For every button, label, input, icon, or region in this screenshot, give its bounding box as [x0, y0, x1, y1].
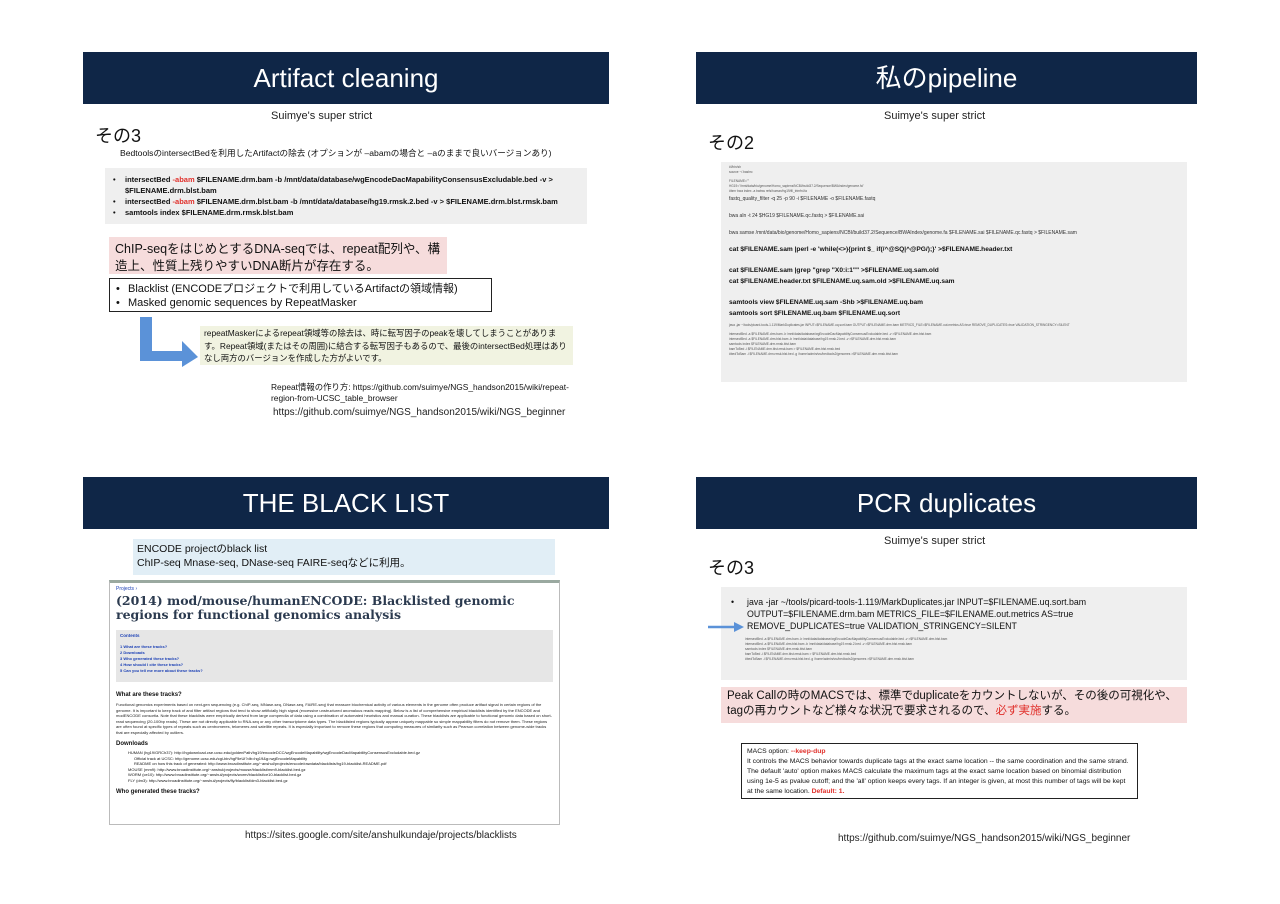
slide-title: Artifact cleaning [83, 52, 609, 104]
section-label: その3 [95, 126, 142, 146]
script-line: cat $FILENAME.header.txt $FILENAME.uq.sa… [729, 278, 955, 285]
script-line: #bedToBam -i $FILENAME.drm.rmsk.blst.bed… [745, 657, 914, 661]
info-line: ChIP-seq Mnase-seq, DNase-seq FAIRE-seqな… [137, 557, 411, 569]
source-url[interactable]: https://sites.google.com/site/anshulkund… [245, 830, 517, 841]
download-item[interactable]: FLY (dm3): http://www.broadinstitute.org… [128, 778, 553, 784]
info-box: ENCODE projectのblack list ChIP-seq Mnase… [133, 539, 555, 575]
script-line: fastq_quality_filter -q 25 -p 90 -i $FIL… [729, 196, 876, 202]
slide-black-list: THE BLACK LIST ENCODE projectのblack list… [83, 477, 613, 847]
slide-artifact-cleaning: Artifact cleaning Suimye's super strict … [83, 52, 613, 432]
breadcrumb[interactable]: Projects › [116, 586, 553, 592]
slide-pipeline: 私のpipeline Suimye's super strict その2 #!/… [696, 52, 1201, 387]
contents-label: Contents [120, 633, 140, 638]
script-line: source ~/.bashrc [729, 170, 753, 174]
note-text: する。 [1041, 705, 1077, 717]
command-box: intersectBed -abam $FILENAME.drm.bam -b … [105, 168, 587, 224]
option-description: It controls the MACS behavior towards du… [747, 758, 1129, 795]
source-url[interactable]: https://github.com/suimye/NGS_handson201… [273, 407, 565, 418]
slide-title: 私のpipeline [696, 52, 1197, 104]
page-paragraph: Functional genomics experiments based on… [116, 702, 552, 735]
script-line: #bmr bwa index -a bwtsw refs/human/hg19/… [729, 189, 807, 193]
note-text: Peak Callの時のMACSでは、標準でduplicateをカウントしないが… [727, 690, 1177, 717]
highlight-note: Peak Callの時のMACSでは、標準でduplicateをカウントしないが… [721, 687, 1187, 723]
script-line: bwa samse /mnt/data/bio/genome/Homo_sapi… [729, 230, 1077, 236]
list-item: Blacklist (ENCODEプロジェクトで利用しているArtifactの領… [114, 282, 487, 296]
option-name: --keep-dup [790, 748, 826, 755]
script-line: java -jar ~/tools/picard-tools-1.119/Mar… [729, 323, 1070, 327]
script-line: cat $FILENAME.sam |grep "grep "X0:i:1"" … [729, 267, 939, 274]
command-line: intersectBed -abam $FILENAME.drm.blst.ba… [111, 196, 581, 207]
data-source-box: Blacklist (ENCODEプロジェクトで利用しているArtifactの領… [109, 278, 492, 312]
command-box: java -jar ~/tools/picard-tools-1.119/Mar… [721, 587, 1187, 680]
slide-title: PCR duplicates [696, 477, 1197, 529]
script-line: cat $FILENAME.sam |perl -e 'while(<>){pr… [729, 246, 1013, 253]
page-heading: (2014) mod/mouse/humanENCODE: Blackliste… [116, 593, 515, 622]
section-label: その2 [708, 133, 755, 153]
section-heading: Who generated these tracks? [116, 789, 200, 795]
web-page-screenshot: Projects › (2014) mod/mouse/humanENCODE:… [109, 580, 560, 825]
script-line: #bedToBam -i $FILENAME.drm.rmsk.blst.bed… [729, 352, 898, 356]
script-line: samtools view $FILENAME.uq.sam -Shb >$FI… [729, 299, 923, 306]
note-box: repeatMaskerによるrepeat領域等の除去は、時に転写因子のpeak… [200, 326, 573, 365]
slide-subtitle: Suimye's super strict [884, 110, 986, 122]
arrow-right-icon [708, 622, 744, 632]
slide-subtitle: Suimye's super strict [271, 110, 373, 122]
option-default: Default: 1. [811, 788, 845, 795]
list-item: Masked genomic sequences by RepeatMasker [114, 296, 487, 310]
info-line: ENCODE projectのblack list [137, 543, 268, 555]
script-line: bwa aln -t 24 $HG19 $FILENAME.qc.fastq >… [729, 213, 865, 219]
note-emphasis: 必ず実施 [995, 705, 1042, 717]
highlight-note: ChIP-seqをはじめとするDNA-seqでは、repeat配列や、構造上、性… [109, 237, 447, 274]
section-heading: Downloads [116, 741, 149, 747]
section-label: その3 [708, 558, 755, 578]
slide-title: THE BLACK LIST [83, 477, 609, 529]
pipeline-script-box: #!/bin/sh source ~/.bashrc FILENAME="" H… [721, 162, 1187, 382]
contents-box: Contents 1 What are these tracks? 2 Down… [116, 630, 553, 682]
section-heading: What are these tracks? [116, 692, 182, 698]
slide-pcr-duplicates: PCR duplicates Suimye's super strict その3… [696, 477, 1201, 852]
source-url[interactable]: https://github.com/suimye/NGS_handson201… [838, 833, 1130, 844]
script-line: samtools sort $FILENAME.uq.bam $FILENAME… [729, 310, 901, 317]
command-line: samtools index $FILENAME.drm.rmsk.blst.b… [111, 207, 581, 218]
option-label: MACS option: [747, 748, 791, 755]
repeat-info: Repeat情報の作り方: https://github.com/suimye/… [271, 382, 569, 403]
command-line: intersectBed -abam $FILENAME.drm.bam -b … [111, 174, 581, 196]
macs-option-box: MACS option: --keep-dup It controls the … [741, 743, 1138, 799]
contents-item[interactable]: 5 Can you tell me more about these track… [120, 668, 549, 674]
arrow-right-icon [140, 317, 198, 367]
intro-text: BedtoolsのintersectBedを利用したArtifactの除去 (オ… [120, 148, 552, 158]
command-line: java -jar ~/tools/picard-tools-1.119/Mar… [729, 596, 1179, 632]
slide-subtitle: Suimye's super strict [884, 535, 986, 547]
